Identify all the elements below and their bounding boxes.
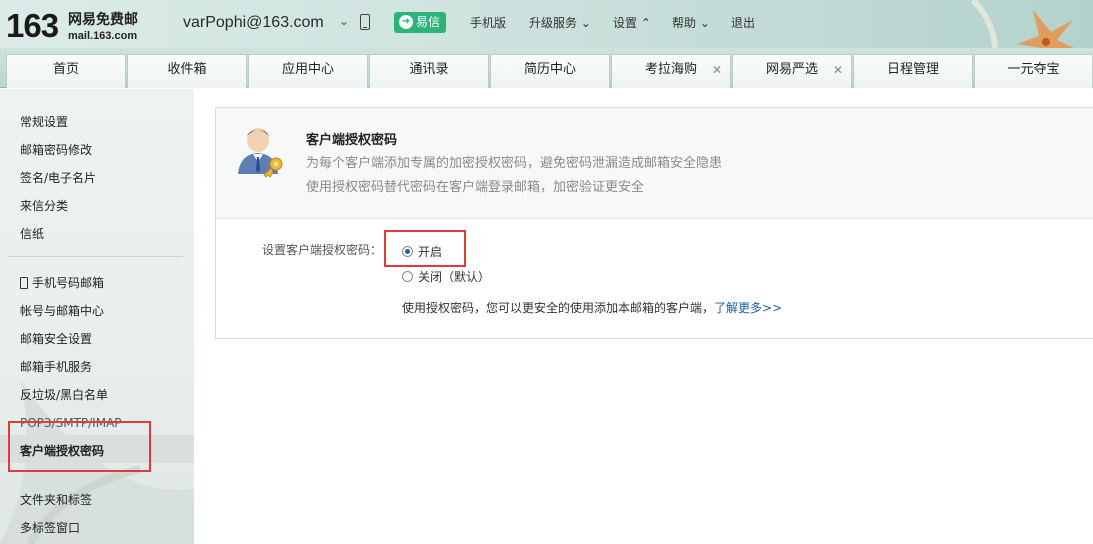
client-auth-panel: 客户端授权密码 为每个客户端添加专属的加密授权密码，避免密码泄漏造成邮箱安全隐患…	[215, 107, 1093, 339]
logo-number[interactable]: 163	[6, 8, 59, 44]
yixin-icon: ➜	[399, 15, 413, 29]
chevron-down-icon[interactable]: ⌄	[339, 14, 349, 28]
mobile-phone-icon[interactable]	[360, 14, 370, 30]
sidebar-item-label: 手机号码邮箱	[32, 276, 105, 290]
user-email[interactable]: varPophi@163.com	[183, 13, 324, 33]
sidebar-item-phone-mailbox[interactable]: 手机号码邮箱	[20, 276, 104, 290]
tab-label: 收件箱	[167, 62, 207, 77]
tab-label: 日程管理	[886, 62, 939, 77]
sidebar-item-stationery[interactable]: 信纸	[20, 227, 44, 241]
radio-off-label: 关闭（默认）	[418, 270, 491, 284]
tab-one-yuan[interactable]: 一元夺宝	[974, 54, 1093, 88]
sidebar-item-mobile-service[interactable]: 邮箱手机服务	[20, 360, 92, 374]
page-title: 客户端授权密码	[306, 133, 398, 148]
auth-password-setting-label: 设置客户端授权密码：	[262, 243, 383, 257]
auth-password-note: 使用授权密码，您可以更安全的使用添加本邮箱的客户端，了解更多>>	[402, 301, 782, 315]
tab-kaola[interactable]: 考拉海购 ✕	[611, 54, 731, 88]
tab-app-center[interactable]: 应用中心	[248, 54, 368, 88]
tab-label: 应用中心	[281, 62, 334, 77]
tab-inbox[interactable]: 收件箱	[127, 54, 247, 88]
mobile-phone-icon	[20, 277, 28, 289]
upgrade-service-menu[interactable]: 升级服务 ⌄	[529, 16, 591, 30]
tab-label: 网易严选	[765, 62, 818, 77]
settings-menu[interactable]: 设置 ⌃	[613, 16, 651, 30]
sidebar-item-spam-list[interactable]: 反垃圾/黑白名单	[20, 388, 108, 402]
radio-option-off[interactable]: 关闭（默认）	[402, 270, 490, 284]
sidebar-item-mail-filter[interactable]: 来信分类	[20, 199, 68, 213]
help-label: 帮助	[672, 16, 697, 30]
settings-sidebar: 常规设置 邮箱密码修改 签名/电子名片 来信分类 信纸 手机号码邮箱 帐号与邮箱…	[0, 89, 194, 544]
tab-label: 首页	[52, 62, 79, 77]
learn-more-link[interactable]: 了解更多>>	[714, 301, 782, 315]
chevron-up-icon: ⌃	[637, 16, 651, 30]
sidebar-divider	[8, 256, 183, 257]
panel-header: 客户端授权密码 为每个客户端添加专属的加密授权密码，避免密码泄漏造成邮箱安全隐患…	[216, 108, 1093, 219]
tab-label: 简历中心	[523, 62, 576, 77]
tab-calendar[interactable]: 日程管理	[853, 54, 973, 88]
sidebar-item-password[interactable]: 邮箱密码修改	[20, 143, 92, 157]
yixin-label: 易信	[416, 15, 441, 29]
option-highlight-box	[384, 230, 466, 267]
sidebar-highlight-box	[8, 421, 151, 472]
chevron-down-icon: ⌄	[696, 16, 710, 30]
sidebar-item-general[interactable]: 常规设置	[20, 115, 68, 129]
sidebar-item-account-center[interactable]: 帐号与邮箱中心	[20, 304, 104, 318]
tab-resume-center[interactable]: 简历中心	[490, 54, 610, 88]
page-description-1: 为每个客户端添加专属的加密授权密码，避免密码泄漏造成邮箱安全隐患	[306, 156, 723, 171]
help-menu[interactable]: 帮助 ⌄	[672, 16, 710, 30]
radio-unselected-icon[interactable]	[402, 271, 413, 282]
user-key-icon	[238, 128, 283, 178]
settings-label: 设置	[613, 16, 638, 30]
close-icon[interactable]: ✕	[833, 55, 843, 85]
logout-link[interactable]: 退出	[731, 16, 755, 30]
tab-bar: 首页 收件箱 应用中心 通讯录 简历中心 考拉海购 ✕ 网易严选 ✕ 日程管理 一元…	[0, 48, 1093, 88]
tab-label: 考拉海购	[644, 62, 697, 77]
note-text: 使用授权密码，您可以更安全的使用添加本邮箱的客户端，	[402, 301, 715, 315]
yixin-button[interactable]: ➜ 易信	[394, 12, 446, 33]
mobile-version-link[interactable]: 手机版	[470, 16, 506, 30]
logo-name[interactable]: 网易免费邮	[68, 12, 138, 28]
top-header: 163 网易免费邮 mail.163.com varPophi@163.com …	[0, 0, 1093, 81]
close-icon[interactable]: ✕	[712, 55, 722, 85]
tab-yanxuan[interactable]: 网易严选 ✕	[732, 54, 852, 88]
chevron-down-icon: ⌄	[577, 16, 591, 30]
sidebar-item-signature[interactable]: 签名/电子名片	[20, 171, 96, 185]
page-description-2: 使用授权密码替代密码在客户端登录邮箱，加密验证更安全	[306, 180, 645, 195]
tab-label: 一元夺宝	[1007, 62, 1060, 77]
logo-domain[interactable]: mail.163.com	[68, 30, 137, 43]
tab-home[interactable]: 首页	[6, 54, 126, 88]
sidebar-item-multi-tab[interactable]: 多标签窗口	[20, 521, 80, 535]
sidebar-item-security[interactable]: 邮箱安全设置	[20, 332, 92, 346]
upgrade-service-label: 升级服务	[529, 16, 578, 30]
sidebar-item-folders-tags[interactable]: 文件夹和标签	[20, 493, 92, 507]
tab-label: 通讯录	[409, 62, 449, 77]
tab-contacts[interactable]: 通讯录	[369, 54, 489, 88]
